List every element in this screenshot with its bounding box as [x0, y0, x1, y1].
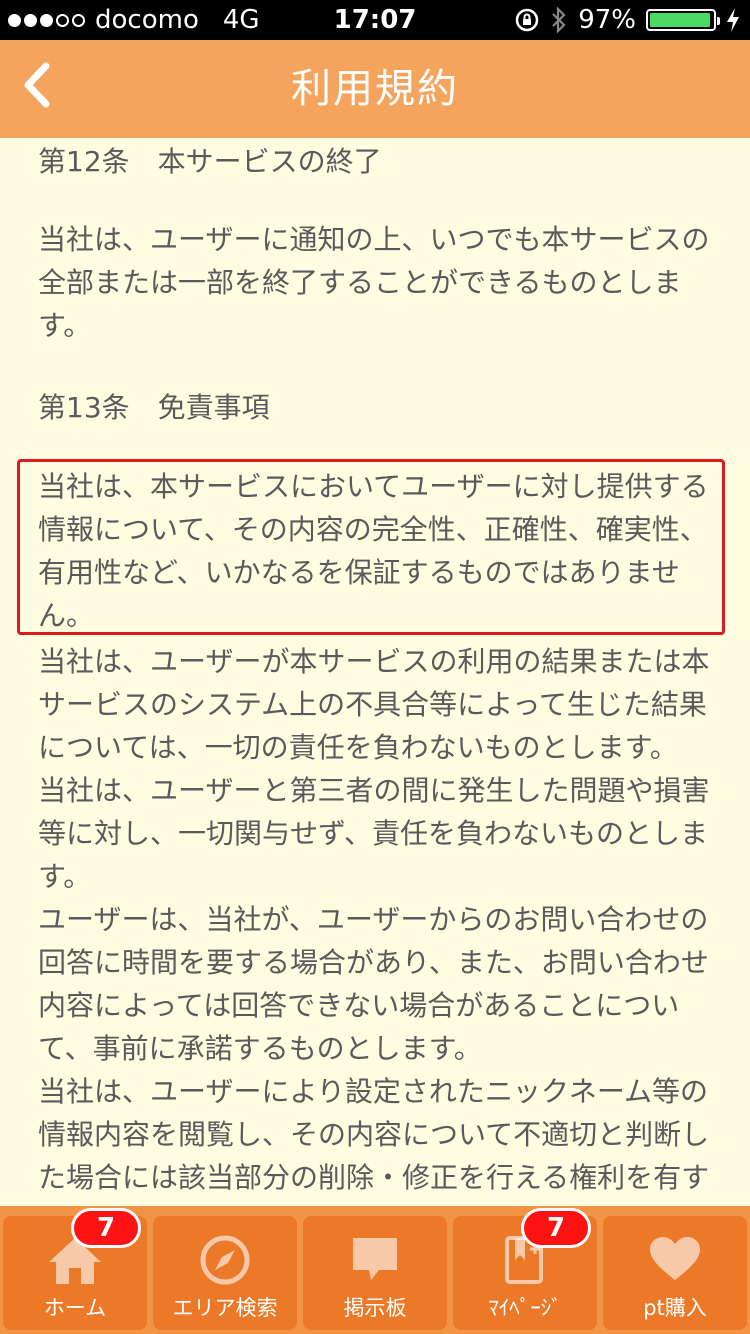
- article-12-heading: 第12条 本サービスの終了: [38, 145, 382, 178]
- navigation-bar: 利用規約: [0, 40, 750, 138]
- status-right: 97%: [514, 5, 740, 35]
- tab-bar: 7 ホーム エリア検索 掲示板 7 ﾏｲﾍﾟｰｼﾞ pt購入: [0, 1206, 750, 1334]
- battery-level: [650, 13, 711, 27]
- tab-point-purchase[interactable]: pt購入: [603, 1216, 747, 1330]
- battery-percent: 97%: [578, 5, 636, 35]
- article-13-paragraph-5: 当社は、ユーザーにより設定されたニックネーム等の情報内容を閲覧し、その内容につい…: [38, 1075, 710, 1194]
- compass-icon: [200, 1235, 250, 1285]
- status-bar: docomo 4G 17:07 97%: [0, 0, 750, 40]
- speech-bubble-icon: [353, 1238, 397, 1280]
- tab-label: pt購入: [643, 1296, 707, 1320]
- notification-badge: 7: [71, 1208, 141, 1248]
- tab-home[interactable]: 7 ホーム: [3, 1208, 147, 1330]
- tab-label: ホーム: [43, 1296, 107, 1320]
- notification-badge: 7: [521, 1208, 591, 1248]
- tab-area-search[interactable]: エリア検索: [153, 1216, 297, 1330]
- highlight-box: [17, 459, 725, 635]
- terms-content[interactable]: 第12条 本サービスの終了 当社は、ユーザーに通知の上、いつでも本サービスの全部…: [0, 138, 750, 1206]
- tab-label: エリア検索: [172, 1296, 278, 1320]
- heart-icon: [650, 1237, 700, 1280]
- article-13-paragraph-3: 当社は、ユーザーと第三者の間に発生した問題や損害等に対し、一切関与せず、責任を負…: [38, 774, 710, 893]
- tab-my-page[interactable]: 7 ﾏｲﾍﾟｰｼﾞ: [453, 1208, 597, 1330]
- tab-bulletin-board[interactable]: 掲示板: [303, 1216, 447, 1330]
- page-title: 利用規約: [291, 66, 459, 112]
- article-13-paragraph-4: ユーザーは、当社が、ユーザーからのお問い合わせの回答に時間を要する場合があり、ま…: [38, 903, 709, 1065]
- bluetooth-icon: [552, 6, 566, 34]
- tab-label: ﾏｲﾍﾟｰｼﾞ: [488, 1296, 562, 1320]
- article-13-heading: 第13条 免責事項: [38, 391, 270, 424]
- charging-bolt-icon: [727, 8, 739, 32]
- article-13-paragraph-2: 当社は、ユーザーが本サービスの利用の結果または本サービスのシステム上の不具合等に…: [38, 645, 710, 764]
- tab-label: 掲示板: [343, 1296, 407, 1320]
- battery-icon: [646, 9, 720, 31]
- article-12-body: 当社は、ユーザーに通知の上、いつでも本サービスの全部または一部を終了することがで…: [38, 223, 710, 342]
- rotation-lock-icon: [515, 8, 539, 32]
